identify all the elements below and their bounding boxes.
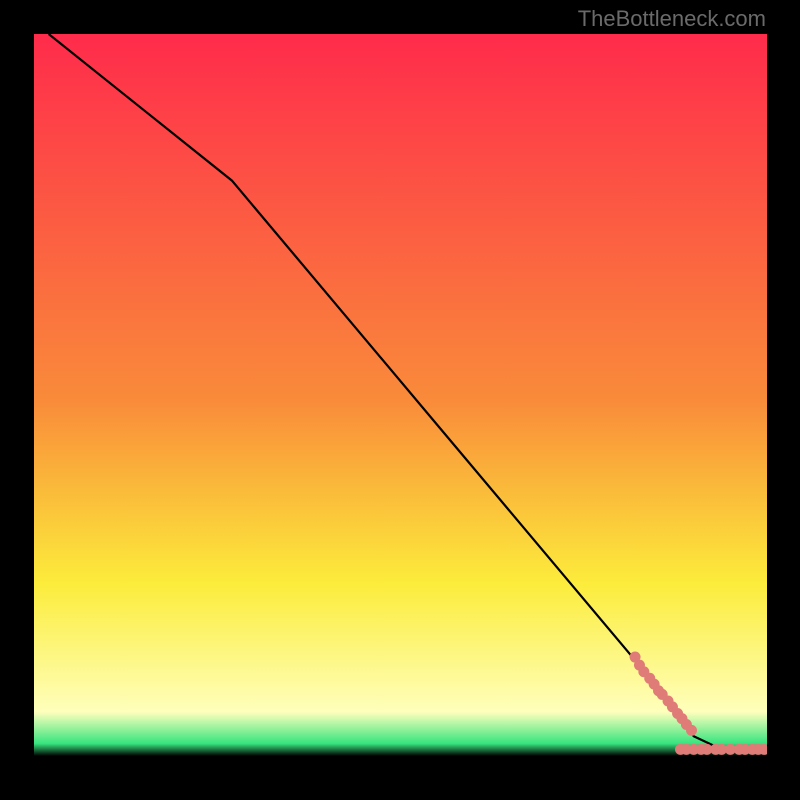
curve-line [49, 34, 767, 752]
chart-stage: TheBottleneck.com [0, 0, 800, 800]
watermark-text: TheBottleneck.com [578, 6, 766, 32]
chart-overlay [34, 34, 767, 767]
plot-area [34, 34, 767, 767]
data-point-marker [686, 725, 697, 736]
